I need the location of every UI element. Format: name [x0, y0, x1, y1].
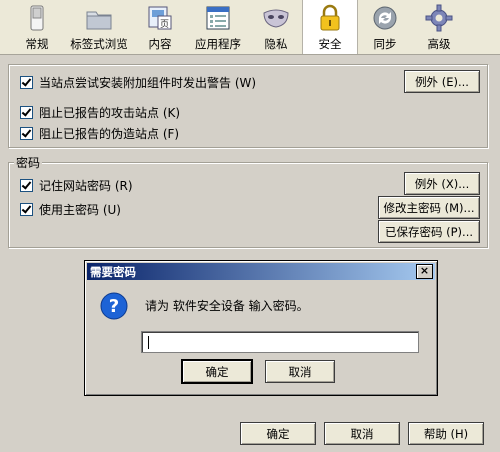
preferences-toolbar: 常规 标签式浏览 页 内容 应用程序 隐私 安全 同步 高级 [0, 0, 500, 55]
tab-general[interactable]: 常规 [10, 0, 64, 54]
tab-content[interactable]: 页 内容 [134, 0, 186, 54]
block-forgery-row: 阻止已报告的伪造站点 (F) [20, 125, 179, 142]
padlock-icon [320, 4, 340, 31]
remember-passwords-row: 记住网站密码 (R) [20, 177, 133, 194]
help-button[interactable]: 帮助 (H) [408, 422, 484, 445]
tab-applications-label: 应用程序 [195, 37, 241, 51]
password-exceptions-button[interactable]: 例外 (X)... [404, 172, 480, 195]
master-password-row: 使用主密码 (U) [20, 201, 121, 218]
ok-button[interactable]: 确定 [240, 422, 316, 445]
password-required-dialog: 需要密码 × ? 请为 软件安全设备 输入密码。 确定 取消 [84, 260, 438, 396]
tab-advanced[interactable]: 高级 [412, 0, 466, 54]
dialog-title: 需要密码 [90, 264, 136, 279]
tab-tabbed-browsing[interactable]: 标签式浏览 [64, 0, 134, 54]
question-icon: ? [100, 292, 128, 320]
tab-sync[interactable]: 同步 [358, 0, 412, 54]
cancel-button[interactable]: 取消 [324, 422, 400, 445]
password-input[interactable] [141, 331, 419, 353]
content-icon: 页 [148, 6, 172, 30]
dialog-cancel-button[interactable]: 取消 [265, 360, 335, 383]
tab-privacy-label: 隐私 [264, 37, 288, 51]
tab-security[interactable]: 安全 [302, 0, 358, 54]
warn-addons-label[interactable]: 当站点尝试安装附加组件时发出警告 (W) [39, 74, 256, 91]
remember-passwords-checkbox[interactable] [20, 179, 33, 192]
sync-icon [373, 6, 397, 30]
dialog-close-button[interactable]: × [416, 264, 433, 279]
master-password-label[interactable]: 使用主密码 (U) [39, 201, 121, 218]
application-window-icon [206, 6, 230, 30]
block-attack-row: 阻止已报告的攻击站点 (K) [20, 104, 180, 121]
mask-icon [263, 9, 289, 28]
tab-tabbed-browsing-label: 标签式浏览 [70, 37, 128, 51]
dialog-ok-button[interactable]: 确定 [181, 359, 253, 384]
tab-content-label: 内容 [148, 37, 172, 51]
addon-exceptions-button[interactable]: 例外 (E)... [404, 70, 480, 93]
block-attack-checkbox[interactable] [20, 106, 33, 119]
warn-addons-checkbox[interactable] [20, 76, 33, 89]
tab-privacy[interactable]: 隐私 [250, 0, 302, 54]
gear-icon [425, 4, 453, 32]
svg-text:?: ? [109, 296, 119, 317]
master-password-checkbox[interactable] [20, 203, 33, 216]
tab-applications[interactable]: 应用程序 [186, 0, 250, 54]
saved-passwords-button[interactable]: 已保存密码 (P)... [378, 220, 480, 243]
dialog-message: 请为 软件安全设备 输入密码。 [145, 299, 309, 313]
tab-sync-label: 同步 [373, 37, 397, 51]
block-forgery-checkbox[interactable] [20, 127, 33, 140]
folder-icon [86, 11, 112, 30]
warn-addons-row: 当站点尝试安装附加组件时发出警告 (W) [20, 74, 256, 91]
block-forgery-label[interactable]: 阻止已报告的伪造站点 (F) [39, 125, 179, 142]
block-attack-label[interactable]: 阻止已报告的攻击站点 (K) [39, 104, 180, 121]
switch-icon [30, 5, 44, 31]
tab-advanced-label: 高级 [427, 37, 451, 51]
dialog-titlebar[interactable]: 需要密码 × [87, 263, 435, 280]
remember-passwords-label[interactable]: 记住网站密码 (R) [39, 177, 133, 194]
change-master-password-button[interactable]: 修改主密码 (M)... [378, 196, 480, 219]
svg-text:页: 页 [160, 19, 169, 30]
tab-general-label: 常规 [25, 37, 49, 51]
passwords-section-title: 密码 [14, 154, 43, 171]
text-caret [148, 336, 149, 349]
tab-security-label: 安全 [318, 37, 342, 51]
